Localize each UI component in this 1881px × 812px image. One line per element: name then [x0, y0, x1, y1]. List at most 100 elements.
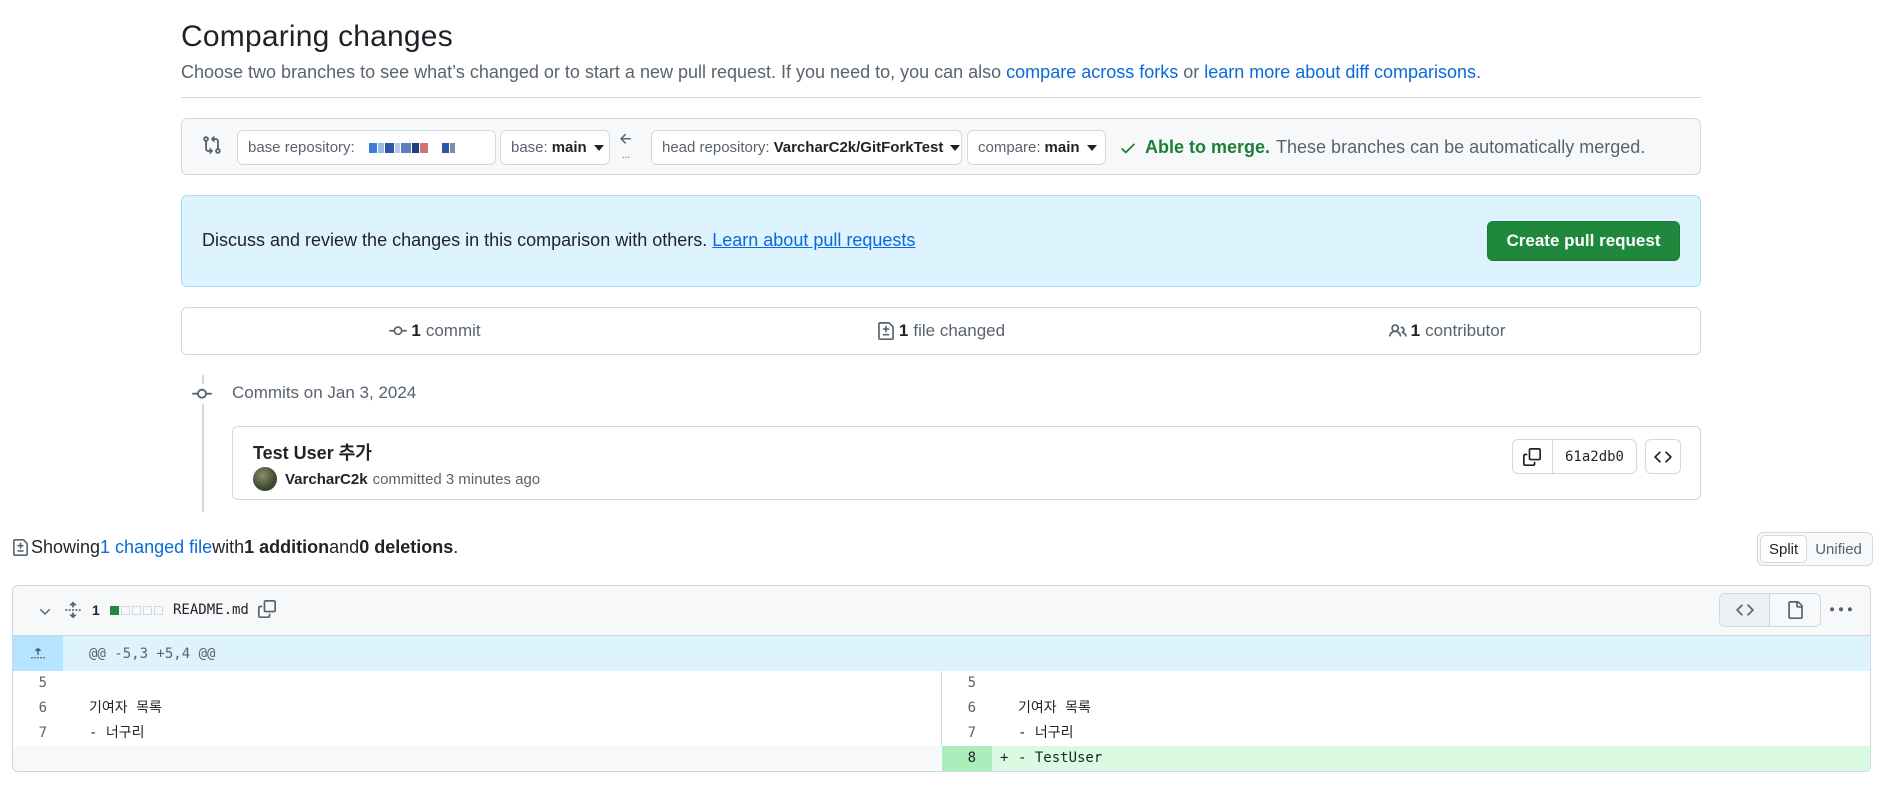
learn-diff-comparisons-link[interactable]: learn more about diff comparisons: [1204, 62, 1476, 82]
description-period: .: [1476, 62, 1482, 82]
description-text: Choose two branches to see what’s change…: [181, 62, 1007, 82]
addition-marker: +: [1000, 750, 1009, 766]
code-icon: [1654, 448, 1672, 466]
commit-sha-group: 61a2db0: [1511, 439, 1637, 474]
compare-across-forks-link[interactable]: compare across forks: [1006, 62, 1178, 82]
caret-down-icon: [1086, 144, 1097, 151]
git-commit-icon: [192, 384, 212, 404]
merge-note-text: These branches can be automatically merg…: [1276, 137, 1646, 157]
head-repository-label: head repository:: [662, 139, 770, 156]
diff-summary: Showing 1 changed file with 1 addition a…: [12, 537, 458, 558]
commit-sha-link[interactable]: 61a2db0: [1553, 440, 1636, 473]
file-change-count: 1: [92, 602, 100, 618]
right-line-number[interactable]: 7: [942, 721, 992, 746]
kebab-horizontal-icon[interactable]: [1830, 599, 1852, 621]
contributors-tab[interactable]: 1 contributor: [1194, 308, 1700, 354]
numbers-summary: 1 commit 1 file changed 1 contributor: [181, 307, 1701, 355]
base-branch-value: main: [551, 139, 587, 156]
file-view-buttons: [1719, 593, 1821, 627]
unfold-icon[interactable]: [64, 601, 82, 619]
page-description: Choose two branches to see what’s change…: [181, 62, 1481, 83]
chevron-down-icon[interactable]: [37, 604, 53, 620]
diff-row: 7 - 너구리 7 - 너구리: [13, 721, 1870, 746]
caret-down-icon: [950, 144, 961, 151]
avatar[interactable]: [253, 467, 277, 491]
base-repository-label: base repository:: [248, 139, 355, 156]
file-header: 1 README.md: [13, 586, 1870, 636]
discuss-banner: Discuss and review the changes in this c…: [181, 195, 1701, 287]
range-editor: base repository: base: main ... head repo…: [181, 118, 1701, 175]
left-line-number[interactable]: 5: [13, 671, 63, 696]
hunk-header: @@ -5,3 +5,4 @@: [13, 636, 1870, 671]
redacted-repository-name: [368, 142, 455, 153]
base-repository-select[interactable]: base repository:: [237, 130, 496, 165]
diff-row-addition: 8 + - TestUser: [13, 746, 1870, 771]
people-icon: [1388, 322, 1407, 340]
page-title: Comparing changes: [181, 20, 453, 53]
head-repository-value: VarcharC2k/GitForkTest: [773, 139, 944, 156]
arrow-dots: ...: [621, 150, 631, 161]
left-line-number[interactable]: 7: [13, 721, 63, 746]
right-code-line: - TestUser: [1018, 750, 1103, 766]
discuss-message: Discuss and review the changes in this c…: [202, 230, 713, 250]
arrow-left-icon: ...: [618, 131, 634, 163]
copy-icon[interactable]: [1513, 440, 1553, 473]
git-commit-icon: [389, 322, 408, 340]
merge-ok-text: Able to merge.: [1145, 137, 1271, 157]
commit-meta: VarcharC2k committed 3 minutes ago: [253, 467, 540, 491]
right-line-number[interactable]: 5: [942, 671, 992, 696]
copy-icon[interactable]: [258, 600, 276, 618]
description-or: or: [1178, 62, 1205, 82]
diffstat: [110, 606, 163, 615]
git-compare-icon: [202, 135, 222, 155]
toc-with: with: [212, 537, 245, 557]
toc-additions: 1 addition: [244, 537, 330, 557]
commit-item: Test User 추가 VarcharC2k committed 3 minu…: [232, 426, 1701, 500]
unified-view-button[interactable]: Unified: [1807, 535, 1870, 563]
file-diff-icon: [12, 539, 29, 556]
left-code-line: 기여자 목록: [89, 700, 162, 716]
contributors-label: contributor: [1425, 321, 1506, 340]
file-diff-icon: [877, 322, 895, 340]
split-view-button[interactable]: Split: [1760, 535, 1808, 563]
header-divider: [181, 97, 1701, 98]
files-label: file changed: [913, 321, 1006, 340]
diff-view-toggle: Split Unified: [1757, 532, 1873, 566]
commits-date-heading: Commits on Jan 3, 2024: [232, 383, 417, 402]
caret-down-icon: [593, 144, 604, 151]
toc-and: and: [329, 537, 360, 557]
toc-showing: Showing: [31, 537, 101, 557]
commit-author-link[interactable]: VarcharC2k: [285, 471, 368, 488]
check-icon: [1119, 139, 1137, 157]
file-name-link[interactable]: README.md: [173, 602, 249, 618]
right-line-number[interactable]: 8: [942, 746, 992, 771]
code-icon[interactable]: [1720, 594, 1770, 626]
diff-row: 6 기여자 목록 6 기여자 목록: [13, 696, 1870, 721]
empty-left-cell: [13, 746, 942, 771]
learn-about-pull-requests-link[interactable]: Learn about pull requests: [712, 230, 915, 250]
right-code-line: 기여자 목록: [1018, 700, 1091, 716]
commits-label: commit: [425, 321, 481, 340]
right-code-line: - 너구리: [1018, 725, 1074, 741]
base-branch-select[interactable]: base: main: [500, 130, 610, 165]
compare-branch-select[interactable]: compare: main: [967, 130, 1106, 165]
left-code-line: - 너구리: [89, 725, 145, 741]
toc-deletions: 0 deletions: [359, 537, 454, 557]
base-branch-label: base:: [511, 139, 548, 156]
commits-tab[interactable]: 1 commit: [182, 308, 688, 354]
commits-count: 1: [411, 321, 421, 340]
left-line-number[interactable]: 6: [13, 696, 63, 721]
right-line-number[interactable]: 6: [942, 696, 992, 721]
browse-code-button[interactable]: [1645, 439, 1681, 474]
contributors-count: 1: [1410, 321, 1421, 340]
create-pull-request-button[interactable]: Create pull request: [1487, 221, 1680, 261]
hunk-header-text: @@ -5,3 +5,4 @@: [89, 646, 216, 662]
discuss-text: Discuss and review the changes in this c…: [202, 230, 915, 251]
fold-up-icon[interactable]: [13, 636, 63, 671]
changed-files-link[interactable]: 1 changed file: [100, 537, 212, 558]
file-icon[interactable]: [1770, 594, 1820, 626]
file-diff: 1 README.md @@ -5,3 +5,4 @@ 5 5 6 기여자 목록: [12, 585, 1871, 772]
files-changed-tab[interactable]: 1 file changed: [688, 308, 1194, 354]
commit-title-link[interactable]: Test User 추가: [253, 439, 372, 465]
head-repository-select[interactable]: head repository: VarcharC2k/GitForkTest: [651, 130, 962, 165]
